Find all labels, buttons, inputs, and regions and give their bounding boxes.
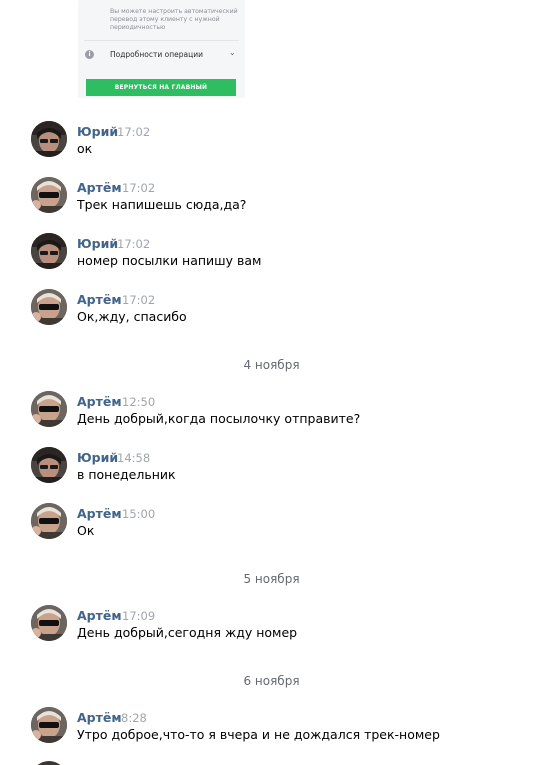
info-icon: i — [85, 50, 94, 59]
message: Юрий 17:02 номер посылки напишу вам — [31, 233, 531, 273]
message-text: номер посылки напишу вам — [77, 253, 262, 268]
message-text: Утро доброе,что-то я вчера и не дождался… — [77, 727, 440, 742]
artem-avatar[interactable] — [31, 391, 67, 427]
message-time[interactable]: 12:50 — [122, 395, 155, 409]
artem-avatar[interactable] — [31, 289, 67, 325]
avatar[interactable] — [31, 761, 67, 765]
message: Артём 12:50 День добрый,когда посылочку … — [31, 391, 531, 431]
message-author[interactable]: Артём — [77, 180, 122, 195]
attachment-note: Вы можете настроить автоматический перев… — [110, 8, 238, 31]
message-author[interactable]: Артём — [77, 292, 122, 307]
message-text: День добрый,когда посылочку отправите? — [77, 411, 361, 426]
chevron-down-icon: ⌄ — [229, 48, 236, 57]
artem-avatar[interactable] — [31, 177, 67, 213]
yuri-avatar[interactable] — [31, 447, 67, 483]
message-author[interactable]: Юрий — [77, 236, 118, 251]
message: Юрий 14:58 в понедельник — [31, 447, 531, 487]
message-text: в понедельник — [77, 467, 176, 482]
date-separator: 5 ноября — [243, 572, 300, 586]
yuri-avatar[interactable] — [31, 121, 67, 157]
message-time[interactable]: 17:02 — [117, 237, 150, 251]
message-text: ок — [77, 141, 93, 156]
date-separator: 6 ноября — [243, 674, 300, 688]
chat-history: Вы можете настроить автоматический перев… — [0, 0, 543, 765]
attached-screenshot[interactable]: Вы можете настроить автоматический перев… — [78, 0, 245, 98]
message-time[interactable]: 17:02 — [122, 181, 155, 195]
message-author[interactable]: Артём — [77, 394, 122, 409]
artem-avatar[interactable] — [31, 707, 67, 743]
message-time[interactable]: 8:28 — [121, 711, 147, 725]
message: Артём 17:09 День добрый,сегодня жду номе… — [31, 605, 531, 645]
attachment-divider — [84, 40, 239, 41]
message-time[interactable]: 14:58 — [117, 451, 150, 465]
message-time[interactable]: 17:02 — [117, 125, 150, 139]
date-separator: 4 ноября — [243, 358, 300, 372]
message-author[interactable]: Юрий — [77, 450, 118, 465]
message-text: Ок,жду, спасибо — [77, 309, 187, 324]
message-text: День добрый,сегодня жду номер — [77, 625, 298, 640]
message: Артём 8:28 Утро доброе,что-то я вчера и … — [31, 707, 531, 747]
message-text: Трек напишешь сюда,да? — [77, 197, 247, 212]
message-author[interactable]: Артём — [77, 506, 122, 521]
message: Артём 15:00 Ок — [31, 503, 531, 543]
yuri-avatar[interactable] — [31, 233, 67, 269]
artem-avatar[interactable] — [31, 605, 67, 641]
attachment-return-button: ВЕРНУТЬСЯ НА ГЛАВНЫЙ — [86, 79, 236, 96]
artem-avatar[interactable] — [31, 503, 67, 539]
message-author[interactable]: Артём — [77, 710, 122, 725]
message: Артём 17:02 Трек напишешь сюда,да? — [31, 177, 531, 217]
message: Юрий 17:02 ок — [31, 121, 531, 161]
message-text: Ок — [77, 523, 95, 538]
message-time[interactable]: 17:02 — [122, 293, 155, 307]
message-time[interactable]: 17:09 — [122, 609, 155, 623]
message-author[interactable]: Юрий — [77, 124, 118, 139]
message-time[interactable]: 15:00 — [122, 507, 155, 521]
message-author[interactable]: Артём — [77, 608, 122, 623]
message: Артём 17:02 Ок,жду, спасибо — [31, 289, 531, 329]
attachment-details-label: Подробности операции — [110, 50, 203, 59]
